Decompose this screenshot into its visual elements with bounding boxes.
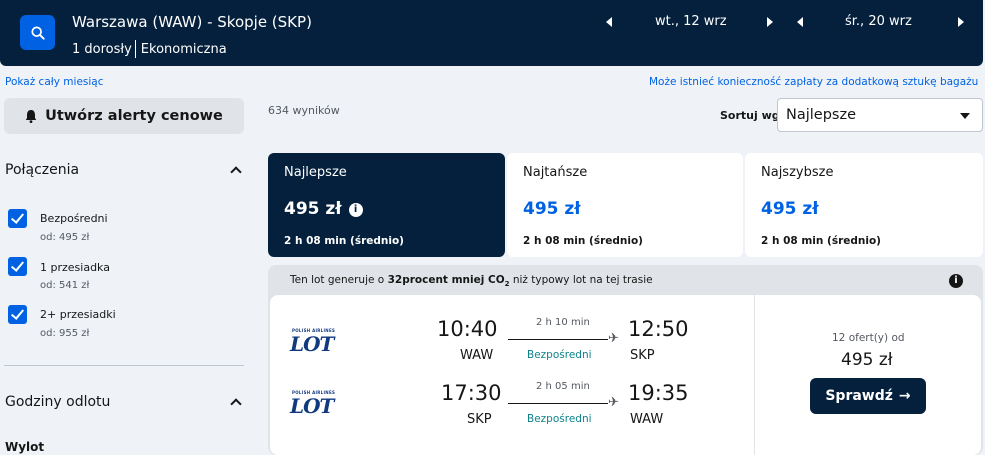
leg-stops: Bezpośredni [527, 349, 592, 361]
two-plus-stops-price: od: 955 zł [40, 328, 90, 339]
direct-price: od: 495 zł [40, 232, 90, 243]
next-return-date-arrow-icon[interactable] [958, 17, 964, 27]
lot-airline-logo: POLISH AIRLINES LOT [290, 390, 336, 418]
chevron-up-icon[interactable] [230, 398, 242, 410]
depart-date[interactable]: wt., 12 wrz [655, 14, 727, 29]
flight-card-body[interactable]: POLISH AIRLINES LOT 10:40 WAW 2 h 10 min… [270, 295, 981, 455]
leg-line [508, 403, 608, 404]
results-count: 634 wyników [268, 104, 340, 117]
next-depart-date-arrow-icon[interactable] [767, 17, 773, 27]
tab-duration: 2 h 08 min (średnio) [523, 235, 643, 247]
prev-depart-date-arrow-icon[interactable] [606, 17, 612, 27]
one-stop-label: 1 przesiadka [40, 261, 110, 274]
offers-count: 12 ofert(y) od [832, 332, 905, 344]
plane-icon: ✈ [608, 331, 619, 346]
tab-cheapest[interactable]: Najtańsze 495 zł 2 h 08 min (średnio) [507, 153, 743, 257]
tab-title: Najszybsze [761, 165, 834, 180]
flight-result-card: Ten lot generuje o 32procent mniej CO2 n… [268, 265, 983, 455]
departure-subtitle: Wylot [5, 440, 45, 454]
divider [754, 295, 755, 455]
tab-price: 495 zł [523, 199, 581, 219]
arrival-time: 12:50 [628, 317, 689, 341]
tab-title: Najtańsze [523, 165, 588, 180]
tab-price: 495 zł [761, 199, 819, 219]
arrow-right-icon: → [898, 388, 911, 404]
departure-times-filter-title[interactable]: Godziny odlotu [5, 394, 110, 410]
co2-notice: Ten lot generuje o 32procent mniej CO2 n… [290, 274, 653, 289]
search-button[interactable] [20, 15, 55, 50]
departure-airport: SKP [467, 412, 492, 427]
leg-line [508, 339, 608, 340]
departure-time: 10:40 [437, 317, 498, 341]
divider [134, 40, 136, 58]
caret-down-icon [960, 113, 970, 119]
leg-stops: Bezpośredni [527, 413, 592, 425]
route-title[interactable]: Warszawa (WAW) - Skopje (SKP) [72, 13, 312, 31]
departure-time: 17:30 [441, 381, 502, 405]
passenger-cabin-summary[interactable]: 1 dorosły Ekonomiczna [72, 40, 227, 58]
arrival-time: 19:35 [628, 381, 689, 405]
alert-button-label: Utwórz alerty cenowe [45, 108, 223, 124]
bell-icon [25, 110, 37, 123]
leg-duration: 2 h 05 min [536, 381, 590, 392]
sort-value: Najlepsze [786, 107, 857, 123]
check-flight-button[interactable]: Sprawdź → [810, 378, 926, 414]
connections-filter-title[interactable]: Połączenia [5, 162, 79, 178]
info-icon[interactable]: i [949, 274, 963, 288]
leg-duration: 2 h 10 min [536, 317, 590, 328]
two-plus-stops-label: 2+ przesiadki [40, 308, 116, 321]
tab-fastest[interactable]: Najszybsze 495 zł 2 h 08 min (średnio) [745, 153, 983, 257]
plane-icon: ✈ [608, 395, 619, 410]
search-summary-header: Warszawa (WAW) - Skopje (SKP) 1 dorosły … [0, 0, 983, 66]
create-price-alert-button[interactable]: Utwórz alerty cenowe [4, 98, 244, 134]
arrival-airport: SKP [630, 348, 655, 363]
prev-return-date-arrow-icon[interactable] [797, 17, 803, 27]
divider [4, 365, 244, 366]
arrival-airport: WAW [630, 412, 664, 427]
tab-title: Najlepsze [284, 165, 347, 180]
tab-duration: 2 h 08 min (średnio) [284, 235, 404, 247]
departure-airport: WAW [460, 348, 494, 363]
tab-price: 495 zł i [284, 199, 363, 219]
direct-label: Bezpośredni [40, 212, 108, 225]
tab-best[interactable]: Najlepsze 495 zł i 2 h 08 min (średnio) [268, 153, 505, 257]
tab-duration: 2 h 08 min (średnio) [761, 235, 881, 247]
cabin-text: Ekonomiczna [140, 41, 227, 57]
baggage-notice-link[interactable]: Może istnieć konieczność zapłaty za doda… [649, 76, 978, 88]
direct-checkbox[interactable] [8, 209, 27, 228]
one-stop-checkbox[interactable] [8, 257, 27, 276]
flight-price: 495 zł [841, 350, 893, 370]
one-stop-price: od: 541 zł [40, 280, 90, 291]
two-plus-stops-checkbox[interactable] [8, 305, 27, 324]
search-icon [30, 25, 45, 40]
sort-select[interactable]: Najlepsze [777, 98, 983, 132]
show-whole-month-link[interactable]: Pokaż cały miesiąc [5, 76, 104, 88]
check-button-label: Sprawdź [825, 388, 893, 404]
info-icon[interactable]: i [348, 203, 363, 217]
sort-label: Sortuj wg [720, 109, 780, 122]
return-date[interactable]: śr., 20 wrz [845, 14, 912, 29]
passengers-text: 1 dorosły [72, 41, 132, 57]
chevron-up-icon[interactable] [230, 166, 242, 178]
lot-airline-logo: POLISH AIRLINES LOT [290, 328, 336, 356]
